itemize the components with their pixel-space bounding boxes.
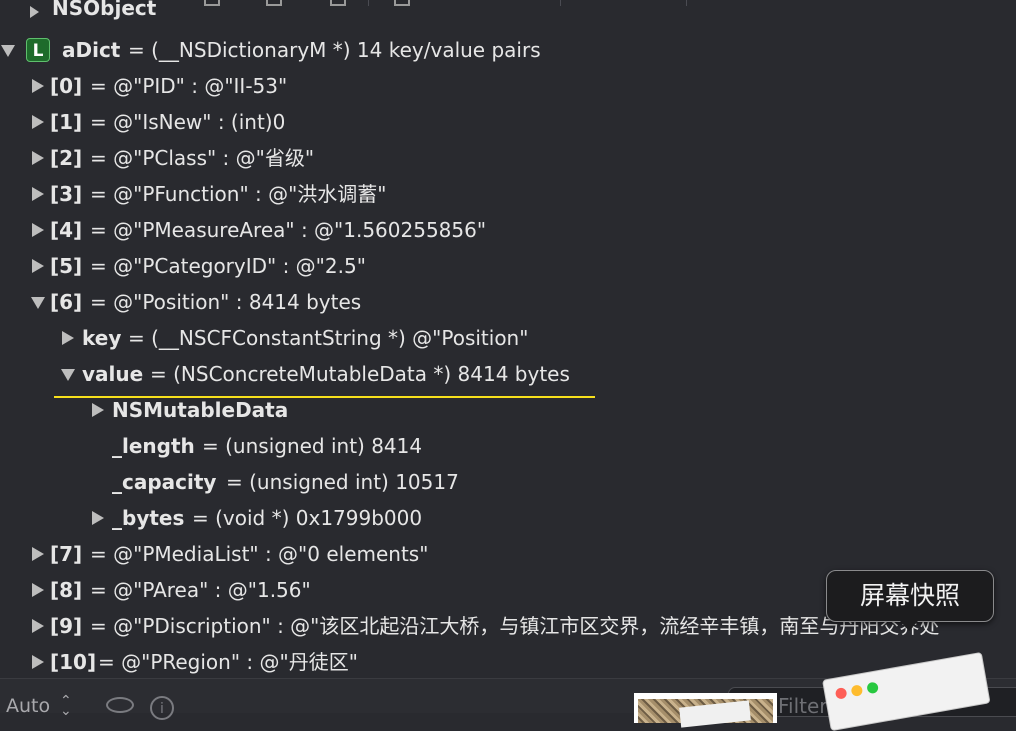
disclosure-closed-icon[interactable] — [32, 223, 44, 237]
value-child-row[interactable]: _bytes = (void *) 0x1799b000 — [0, 500, 1016, 536]
disclosure-open-icon[interactable] — [61, 369, 75, 381]
disclosure-closed-icon[interactable] — [32, 583, 44, 597]
entry-index: [6] — [50, 290, 83, 314]
entry-text: = @"Position" : 8414 bytes — [90, 290, 362, 314]
child-name: _capacity — [112, 470, 217, 494]
toolbar-button-icon[interactable] — [394, 0, 410, 6]
key-description: = (__NSCFConstantString *) @"Position" — [128, 326, 529, 350]
toolbar-separator — [560, 0, 561, 6]
entry-text: = @"PMediaList" : @"0 elements" — [90, 542, 429, 566]
entry-key-row[interactable]: key = (__NSCFConstantString *) @"Positio… — [0, 320, 1016, 356]
disclosure-open-icon[interactable] — [31, 297, 45, 309]
dictionary-entry-row[interactable]: [7] = @"PMediaList" : @"0 elements" — [0, 536, 1016, 572]
tooltip-arrow — [900, 621, 918, 631]
disclosure-closed-icon[interactable] — [32, 115, 44, 129]
dictionary-entry-row[interactable]: [4] = @"PMeasureArea" : @"1.560255856" — [0, 212, 1016, 248]
disclosure-open-icon[interactable] — [1, 45, 15, 57]
toolbar-button-icon[interactable] — [266, 0, 282, 6]
partial-row-nsobject: NSObject — [52, 0, 157, 20]
disclosure-closed-icon[interactable] — [32, 547, 44, 561]
entry-text: = @"PFunction" : @"洪水调蓄" — [90, 182, 387, 206]
info-icon[interactable]: i — [150, 696, 174, 720]
entry-index: [1] — [50, 110, 83, 134]
entry-index: [4] — [50, 218, 83, 242]
filter-placeholder: Filter — [778, 694, 828, 718]
key-name: key — [82, 326, 122, 350]
value-child-row[interactable]: _length = (unsigned int) 8414 — [0, 428, 1016, 464]
entry-index: [5] — [50, 254, 83, 278]
entry-text: = @"PRegion" : @"丹徒区" — [98, 650, 358, 674]
value-name: value — [82, 362, 144, 386]
chevron-updown-icon[interactable]: ⌃ ⌄ — [60, 694, 72, 718]
local-variable-badge: L — [26, 38, 50, 62]
dictionary-entry-row[interactable]: [2] = @"PClass" : @"省级" — [0, 140, 1016, 176]
disclosure-closed-icon[interactable] — [62, 331, 74, 345]
dictionary-entry-row-expanded[interactable]: [6] = @"Position" : 8414 bytes — [0, 284, 1016, 320]
disclosure-closed-icon[interactable] — [32, 79, 44, 93]
screenshot-tooltip: 屏幕快照 — [826, 570, 994, 622]
disclosure-closed-icon[interactable] — [32, 259, 44, 273]
eye-icon[interactable] — [106, 697, 134, 713]
disclosure-closed-icon[interactable] — [92, 403, 104, 417]
toolbar-button-icon[interactable] — [330, 0, 346, 6]
disclosure-closed-icon[interactable] — [32, 619, 44, 633]
dictionary-entry-row[interactable]: [0] = @"PID" : @"II-53" — [0, 68, 1016, 104]
dictionary-entry-row[interactable]: [3] = @"PFunction" : @"洪水调蓄" — [0, 176, 1016, 212]
entry-text: = @"PMeasureArea" : @"1.560255856" — [90, 218, 487, 242]
toolbar-button-icon[interactable] — [204, 0, 220, 6]
disclosure-closed-icon[interactable] — [32, 655, 44, 669]
entry-text: = @"PClass" : @"省级" — [90, 146, 315, 170]
child-name: _length — [112, 434, 195, 458]
entry-text: = @"IsNew" : (int)0 — [90, 110, 286, 134]
close-dot-icon — [834, 687, 848, 700]
entry-index: [3] — [50, 182, 83, 206]
child-name: NSMutableData — [112, 398, 289, 422]
child-description: = (unsigned int) 10517 — [226, 470, 459, 494]
entry-index: [8] — [50, 578, 83, 602]
scope-selector[interactable]: Auto — [6, 695, 50, 717]
toolbar-separator — [686, 0, 687, 6]
entry-value-row[interactable]: value = (NSConcreteMutableData *) 8414 b… — [0, 356, 1016, 392]
entry-index: [2] — [50, 146, 83, 170]
entry-text: = @"PArea" : @"1.56" — [90, 578, 311, 602]
toolbar-separator — [368, 0, 369, 6]
entry-index: [0] — [50, 74, 83, 98]
zoom-dot-icon — [866, 681, 879, 695]
entry-text: = @"PDiscription" : @"该区北起沿江大桥，与镇江市区交界，流… — [90, 614, 940, 638]
dictionary-entry-row[interactable]: [1] = @"IsNew" : (int)0 — [0, 104, 1016, 140]
disclosure-closed-icon[interactable] — [32, 151, 44, 165]
entry-index: [7] — [50, 542, 83, 566]
disclosure-closed-icon[interactable] — [32, 187, 44, 201]
dictionary-entry-row[interactable]: [5] = @"PCategoryID" : @"2.5" — [0, 248, 1016, 284]
child-description: = (void *) 0x1799b000 — [192, 506, 423, 530]
child-description: = (unsigned int) 8414 — [202, 434, 423, 458]
entry-text: = @"PCategoryID" : @"2.5" — [90, 254, 366, 278]
minimize-dot-icon — [850, 684, 864, 697]
child-name: _bytes — [112, 506, 185, 530]
entry-text: = @"PID" : @"II-53" — [90, 74, 288, 98]
entry-index: [10] — [50, 650, 97, 674]
variable-description: = (__NSDictionaryM *) 14 key/value pairs — [128, 38, 541, 62]
disclosure-triangle-icon[interactable] — [30, 6, 39, 18]
value-child-row[interactable]: _capacity = (unsigned int) 10517 — [0, 464, 1016, 500]
variable-name: aDict — [62, 38, 121, 62]
variable-row-adict[interactable]: L aDict = (__NSDictionaryM *) 14 key/val… — [0, 32, 1016, 68]
value-description: = (NSConcreteMutableData *) 8414 bytes — [150, 362, 570, 386]
value-child-row[interactable]: NSMutableData — [0, 392, 1016, 428]
disclosure-closed-icon[interactable] — [92, 511, 104, 525]
entry-index: [9] — [50, 614, 83, 638]
